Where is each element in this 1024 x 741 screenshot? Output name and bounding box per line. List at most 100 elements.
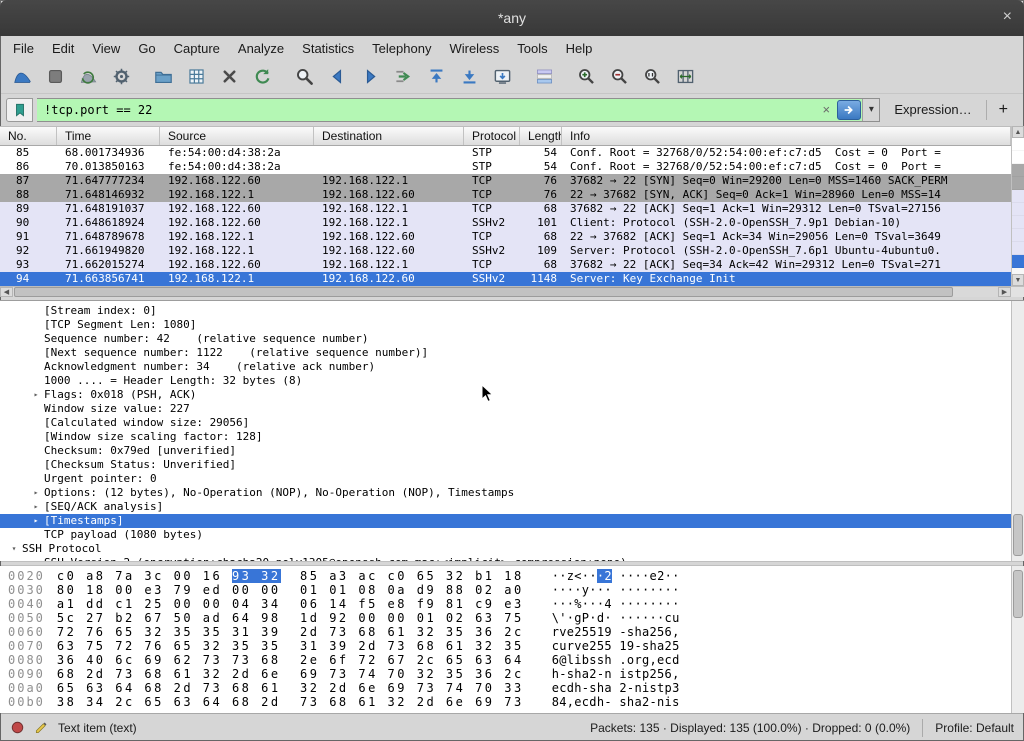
scroll-down-button[interactable]: ▼	[1012, 274, 1024, 286]
detail-line[interactable]: TCP payload (1080 bytes)	[0, 528, 1011, 542]
hex-row[interactable]: 008036 40 6c 69 62 73 73 68 2e 6f 72 67 …	[8, 653, 1024, 667]
hex-row[interactable]: 006072 76 65 32 35 35 31 39 2d 73 68 61 …	[8, 625, 1024, 639]
hex-row[interactable]: 007063 75 72 76 65 32 35 35 31 39 2d 73 …	[8, 639, 1024, 653]
go-to-packet-button[interactable]	[389, 63, 418, 90]
detail-line[interactable]: ▸[SEQ/ACK analysis]	[0, 500, 1011, 514]
close-window-button[interactable]: ×	[1003, 8, 1012, 26]
packet-row-90[interactable]: 9071.648618924192.168.122.60192.168.122.…	[0, 216, 1011, 230]
restart-capture-button[interactable]	[74, 63, 103, 90]
detail-line[interactable]: ▸[Timestamps]	[0, 514, 1011, 528]
hex-row[interactable]: 00a065 63 64 68 2d 73 68 61 32 2d 6e 69 …	[8, 681, 1024, 695]
hex-row[interactable]: 00505c 27 b2 67 50 ad 64 98 1d 92 00 00 …	[8, 611, 1024, 625]
packet-row-93[interactable]: 9371.662015274192.168.122.60192.168.122.…	[0, 258, 1011, 272]
hex-scrollbar[interactable]	[1011, 566, 1024, 713]
expander-icon[interactable]: ▸	[28, 514, 44, 528]
scroll-left-button[interactable]: ◀	[0, 287, 13, 297]
add-filter-button[interactable]: +	[991, 101, 1018, 119]
go-back-button[interactable]	[323, 63, 352, 90]
expression-button[interactable]: Expression…	[884, 102, 981, 117]
hex-row[interactable]: 0040a1 dd c1 25 00 00 04 34 06 14 f5 e8 …	[8, 597, 1024, 611]
hscroll-track[interactable]	[13, 287, 998, 297]
stop-capture-button[interactable]	[41, 63, 70, 90]
column-header-info[interactable]: Info	[562, 127, 1011, 145]
menu-item-statistics[interactable]: Statistics	[293, 38, 363, 59]
zoom-in-button[interactable]	[572, 63, 601, 90]
column-header-time[interactable]: Time	[57, 127, 160, 145]
expander-icon[interactable]: ▸	[28, 486, 44, 500]
resize-columns-button[interactable]	[671, 63, 700, 90]
packet-row-87[interactable]: 8771.647777234192.168.122.60192.168.122.…	[0, 174, 1011, 188]
hex-row[interactable]: 003080 18 00 e3 79 ed 00 00 01 01 08 0a …	[8, 583, 1024, 597]
menu-item-tools[interactable]: Tools	[508, 38, 556, 59]
filter-dropdown-button[interactable]: ▾	[862, 99, 879, 121]
column-header-len[interactable]: Length	[520, 127, 562, 145]
detail-line[interactable]: [Window size scaling factor: 128]	[0, 430, 1011, 444]
detail-line[interactable]: [Stream index: 0]	[0, 304, 1011, 318]
packet-scroll-map[interactable]	[1012, 138, 1024, 274]
expander-icon[interactable]: ▾	[6, 542, 22, 556]
go-last-button[interactable]	[455, 63, 484, 90]
expander-icon[interactable]: ▸	[28, 500, 44, 514]
packet-row-89[interactable]: 8971.648191037192.168.122.60192.168.122.…	[0, 202, 1011, 216]
hex-row[interactable]: 009068 2d 73 68 61 32 2d 6e 69 73 74 70 …	[8, 667, 1024, 681]
detail-line[interactable]: ▸Options: (12 bytes), No-Operation (NOP)…	[0, 486, 1011, 500]
scroll-right-button[interactable]: ▶	[998, 287, 1011, 297]
detail-line[interactable]: Acknowledgment number: 34 (relative ack …	[0, 360, 1011, 374]
packet-row-85[interactable]: 8568.001734936fe:54:00:d4:38:2aSTP54Conf…	[0, 146, 1011, 160]
zoom-out-button[interactable]	[605, 63, 634, 90]
detail-line[interactable]: SSH Version 2 (encryption:chacha20-poly1…	[0, 556, 1011, 561]
detail-line[interactable]: [Next sequence number: 1122 (relative se…	[0, 346, 1011, 360]
close-file-button[interactable]	[215, 63, 244, 90]
detail-line[interactable]: Window size value: 227	[0, 402, 1011, 416]
menu-item-telephony[interactable]: Telephony	[363, 38, 440, 59]
hscroll-thumb[interactable]	[14, 287, 953, 297]
detail-line[interactable]: Sequence number: 42 (relative sequence n…	[0, 332, 1011, 346]
column-header-no[interactable]: No.	[0, 127, 57, 145]
expander-icon[interactable]: ▸	[28, 388, 44, 402]
hex-row[interactable]: 00b038 34 2c 65 63 64 68 2d 73 68 61 32 …	[8, 695, 1024, 709]
hex-row[interactable]: 0020c0 a8 7a 3c 00 16 93 32 85 a3 ac c0 …	[8, 569, 1024, 583]
reload-button[interactable]	[248, 63, 277, 90]
packet-row-86[interactable]: 8670.013850163fe:54:00:d4:38:2aSTP54Conf…	[0, 160, 1011, 174]
packet-row-92[interactable]: 9271.661949820192.168.122.1192.168.122.6…	[0, 244, 1011, 258]
capture-comment-button[interactable]	[34, 720, 49, 735]
detail-line[interactable]: [TCP Segment Len: 1080]	[0, 318, 1011, 332]
detail-line[interactable]: Checksum: 0x79ed [unverified]	[0, 444, 1011, 458]
open-file-button[interactable]	[149, 63, 178, 90]
column-header-src[interactable]: Source	[160, 127, 314, 145]
packet-list-scrollbar[interactable]: ▲ ▼	[1011, 126, 1024, 286]
menu-item-help[interactable]: Help	[557, 38, 602, 59]
scroll-up-button[interactable]: ▲	[1012, 126, 1024, 138]
packet-row-94[interactable]: 9471.663856741192.168.122.1192.168.122.6…	[0, 272, 1011, 286]
zoom-original-button[interactable]	[638, 63, 667, 90]
detail-line[interactable]: ▾SSH Protocol	[0, 542, 1011, 556]
auto-scroll-button[interactable]	[488, 63, 517, 90]
detail-line[interactable]: 1000 .... = Header Length: 32 bytes (8)	[0, 374, 1011, 388]
find-packet-button[interactable]	[290, 63, 319, 90]
menu-item-capture[interactable]: Capture	[165, 38, 229, 59]
column-header-dst[interactable]: Destination	[314, 127, 464, 145]
detail-line[interactable]: Urgent pointer: 0	[0, 472, 1011, 486]
menu-item-file[interactable]: File	[4, 38, 43, 59]
expert-info-button[interactable]	[10, 720, 25, 735]
save-file-button[interactable]	[182, 63, 211, 90]
packet-row-91[interactable]: 9171.648789678192.168.122.1192.168.122.6…	[0, 230, 1011, 244]
menu-item-go[interactable]: Go	[129, 38, 164, 59]
packet-row-88[interactable]: 8871.648146932192.168.122.1192.168.122.6…	[0, 188, 1011, 202]
column-header-proto[interactable]: Protocol	[464, 127, 520, 145]
start-capture-button[interactable]	[8, 63, 37, 90]
packet-list-hscrollbar[interactable]: ◀ ▶	[0, 286, 1024, 297]
menu-item-analyze[interactable]: Analyze	[229, 38, 293, 59]
go-forward-button[interactable]	[356, 63, 385, 90]
display-filter-input[interactable]: !tcp.port == 22	[37, 99, 816, 121]
apply-filter-button[interactable]	[837, 100, 861, 120]
menu-item-edit[interactable]: Edit	[43, 38, 83, 59]
filter-field[interactable]: !tcp.port == 22 × ▾	[37, 98, 880, 122]
menu-item-wireless[interactable]: Wireless	[440, 38, 508, 59]
clear-filter-button[interactable]: ×	[816, 99, 836, 121]
details-scroll-thumb[interactable]	[1013, 514, 1023, 556]
title-bar[interactable]: *any ×	[0, 0, 1024, 36]
profile-button[interactable]: Profile: Default	[935, 721, 1014, 735]
detail-line[interactable]: ▸Flags: 0x018 (PSH, ACK)	[0, 388, 1011, 402]
go-first-button[interactable]	[422, 63, 451, 90]
